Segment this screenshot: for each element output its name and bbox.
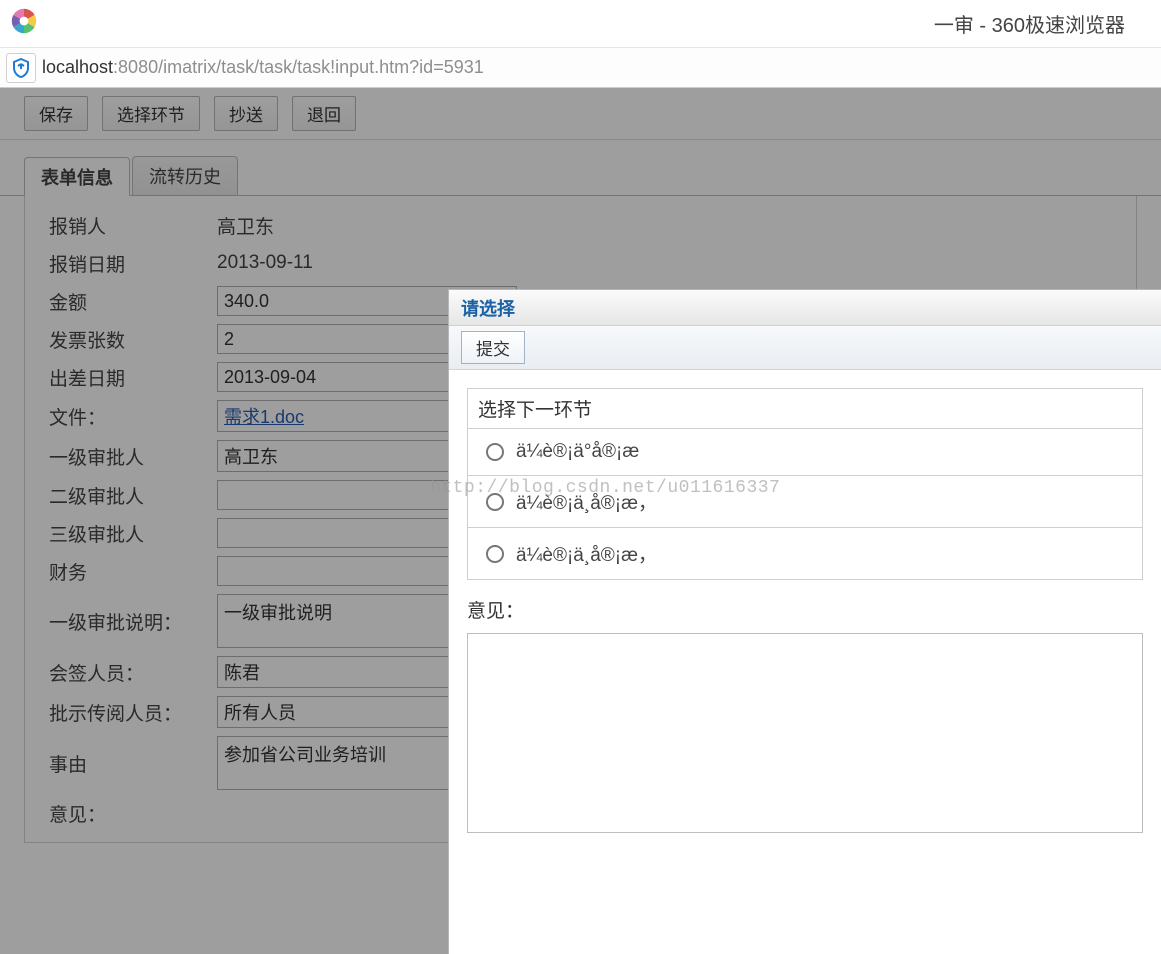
option-label: ä¼è®¡ä°å®¡æ	[516, 441, 639, 463]
submit-button[interactable]: 提交	[461, 331, 525, 364]
radio-icon[interactable]	[486, 545, 504, 563]
option-row[interactable]: ä¼è®¡ä¸å®¡æ，	[468, 476, 1142, 528]
radio-icon[interactable]	[486, 443, 504, 461]
modal-title: 请选择	[449, 290, 1161, 326]
url-host: localhost	[42, 57, 113, 77]
options-header: 选择下一环节	[468, 389, 1142, 429]
browser-logo-icon	[10, 7, 38, 40]
browser-addressbar: localhost:8080/imatrix/task/task/task!in…	[0, 48, 1161, 88]
url-path: :8080/imatrix/task/task/task!input.htm?i…	[113, 57, 484, 77]
option-row[interactable]: ä¼è®¡ä¸å®¡æ，	[468, 528, 1142, 579]
option-label: ä¼è®¡ä¸å®¡æ，	[516, 488, 657, 515]
radio-icon[interactable]	[486, 493, 504, 511]
choose-step-modal: 请选择 提交 选择下一环节 ä¼è®¡ä°å®¡æ ä¼è®¡ä¸å®¡æ， ä…	[448, 289, 1161, 954]
modal-body: 选择下一环节 ä¼è®¡ä°å®¡æ ä¼è®¡ä¸å®¡æ， ä¼è®¡ä¸å…	[449, 370, 1161, 954]
option-row[interactable]: ä¼è®¡ä°å®¡æ	[468, 429, 1142, 476]
browser-titlebar: 一审 - 360极速浏览器	[0, 0, 1161, 48]
modal-opinion-textarea[interactable]	[467, 633, 1143, 833]
option-label: ä¼è®¡ä¸å®¡æ，	[516, 540, 657, 567]
next-step-options: 选择下一环节 ä¼è®¡ä°å®¡æ ä¼è®¡ä¸å®¡æ， ä¼è®¡ä¸å…	[467, 388, 1143, 580]
modal-toolbar: 提交	[449, 326, 1161, 370]
modal-opinion-label: 意见：	[467, 596, 1143, 623]
browser-tab-title: 一审 - 360极速浏览器	[934, 9, 1125, 38]
url-display[interactable]: localhost:8080/imatrix/task/task/task!in…	[42, 57, 484, 78]
shield-icon[interactable]	[6, 53, 36, 83]
